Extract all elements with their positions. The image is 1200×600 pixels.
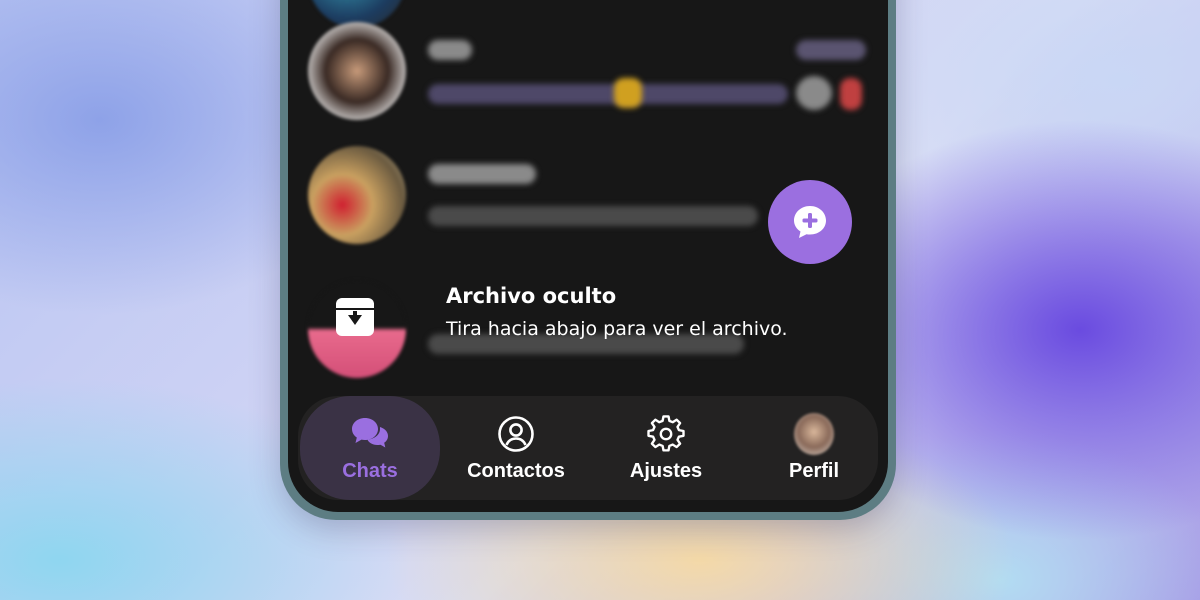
chat-list-item[interactable] — [288, 22, 888, 122]
nav-item-settings[interactable]: Ajustes — [596, 396, 736, 500]
nav-label-profile: Perfil — [788, 459, 840, 482]
blurred-emoji — [614, 78, 642, 108]
blurred-emoji — [796, 76, 832, 110]
avatar — [308, 146, 406, 244]
archive-title: Archivo oculto — [446, 284, 617, 308]
nav-label-chats: Chats — [342, 459, 398, 482]
blurred-chat-name — [428, 40, 472, 60]
nav-label-contacts: Contactos — [467, 459, 565, 482]
avatar — [794, 412, 834, 455]
archive-icon — [336, 298, 374, 336]
blurred-timestamp — [796, 40, 866, 60]
avatar — [308, 22, 406, 120]
archive-subtitle: Tira hacia abajo para ver el archivo. — [446, 318, 788, 340]
phone-frame: Archivo oculto Tira hacia abajo para ver… — [280, 0, 896, 520]
new-chat-button[interactable] — [768, 180, 852, 264]
blurred-emoji — [840, 78, 862, 110]
blurred-chat-name — [428, 164, 536, 184]
phone-screen: Archivo oculto Tira hacia abajo para ver… — [288, 0, 888, 512]
blurred-message-preview — [428, 84, 788, 104]
new-chat-icon — [794, 206, 826, 238]
nav-label-settings: Ajustes — [629, 459, 703, 482]
bottom-navigation: Chats Contactos Ajustes Perfil — [298, 396, 878, 500]
nav-item-chats[interactable]: Chats — [300, 396, 440, 500]
archive-toast: Archivo oculto Tira hacia abajo para ver… — [328, 284, 888, 350]
nav-item-contacts[interactable]: Contactos — [446, 396, 586, 500]
blurred-message-preview — [428, 206, 758, 226]
gear-icon — [646, 414, 686, 454]
chat-list-item[interactable] — [288, 0, 888, 28]
contact-icon — [496, 414, 536, 454]
chat-bubbles-icon — [350, 414, 390, 454]
nav-item-profile[interactable]: Perfil — [744, 396, 884, 500]
